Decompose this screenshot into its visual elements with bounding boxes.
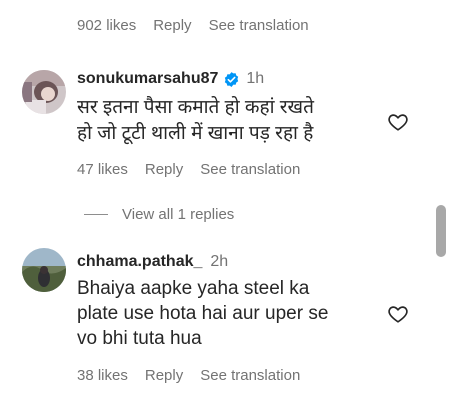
comment-1-see-translation[interactable]: See translation (200, 161, 300, 178)
replies-divider-line (84, 214, 108, 215)
prev-reply-button[interactable]: Reply (153, 17, 191, 34)
prev-comment-meta: 902 likes Reply See translation (77, 17, 309, 34)
comment-2-likes[interactable]: 38 likes (77, 367, 128, 384)
comment-1-time: 1h (246, 70, 265, 87)
avatar-sonukumarsahu87[interactable] (22, 70, 66, 114)
scrollbar-thumb[interactable] (436, 205, 446, 257)
heart-outline-icon[interactable] (387, 111, 409, 133)
prev-likes-count[interactable]: 902 likes (77, 17, 136, 34)
comment-1-text-line: हो जो टूटी थाली में खाना पड़ रहा है (77, 123, 314, 144)
comment-2-text-line: vo bhi tuta hua (77, 328, 202, 349)
comment-2-see-translation[interactable]: See translation (200, 367, 300, 384)
comment-2-meta: 38 likes Reply See translation (77, 367, 300, 384)
verified-badge-icon (223, 71, 240, 88)
comment-2-header: chhama.pathak_ 2h (77, 253, 228, 271)
view-replies-button[interactable]: View all 1 replies (84, 206, 234, 223)
comment-1-username[interactable]: sonukumarsahu87 (77, 70, 218, 88)
comment-2-text-line: Bhaiya aapke yaha steel ka (77, 278, 310, 299)
comment-2-text-line: plate use hota hai aur uper se (77, 303, 329, 324)
prev-see-translation-link[interactable]: See translation (209, 17, 309, 34)
comment-1-header: sonukumarsahu87 1h (77, 70, 264, 88)
avatar-chhama-pathak[interactable] (22, 248, 66, 292)
comment-1-reply-button[interactable]: Reply (145, 161, 183, 178)
heart-outline-icon[interactable] (387, 303, 409, 325)
comment-1-meta: 47 likes Reply See translation (77, 161, 300, 178)
view-replies-label: View all 1 replies (122, 206, 235, 223)
comment-2-username[interactable]: chhama.pathak_ (77, 253, 202, 271)
comment-1-text-line: सर इतना पैसा कमाते हो कहां रखते (77, 97, 314, 118)
comment-2-text: Bhaiya aapke yaha steel ka plate use hot… (77, 276, 377, 351)
comment-2-time: 2h (210, 253, 229, 270)
comment-1-text: सर इतना पैसा कमाते हो कहां रखते हो जो टू… (77, 95, 377, 147)
comment-2-reply-button[interactable]: Reply (145, 367, 183, 384)
comment-1-likes[interactable]: 47 likes (77, 161, 128, 178)
